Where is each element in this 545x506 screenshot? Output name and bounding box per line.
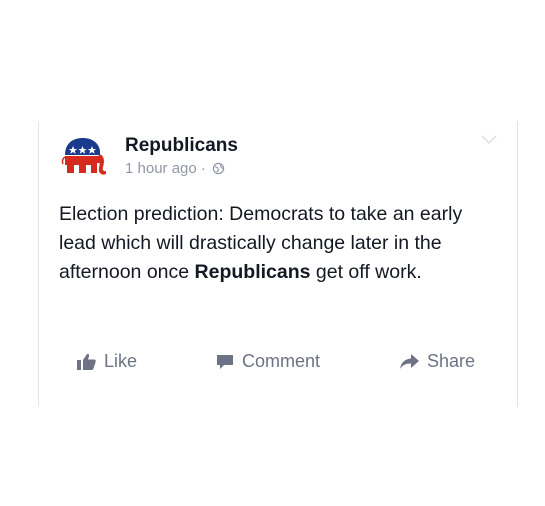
post-text: Election prediction: Democrats to take a… (59, 200, 499, 287)
post-text-part-2: get off work. (310, 261, 422, 283)
post-meta: 1 hour ago · (125, 160, 225, 177)
meta-separator: · (200, 160, 206, 177)
post-timestamp[interactable]: 1 hour ago (125, 160, 197, 177)
page-name[interactable]: Republicans (125, 135, 238, 157)
like-label: Like (104, 351, 138, 371)
action-bar: Like Comment Share (39, 343, 517, 383)
post-card: Republicans 1 hour ago · Election predic… (38, 121, 518, 407)
comment-button[interactable]: Comment (216, 351, 320, 372)
avatar[interactable] (61, 135, 107, 177)
thumbs-up-icon (77, 353, 96, 370)
share-arrow-icon (400, 354, 419, 369)
comment-icon (217, 354, 233, 369)
post-text-bold: Republicans (194, 261, 311, 283)
globe-icon (212, 162, 224, 175)
like-button[interactable]: Like (77, 351, 137, 372)
comment-label: Comment (242, 351, 321, 371)
chevron-down-icon[interactable] (481, 135, 497, 145)
share-button[interactable]: Share (400, 351, 475, 372)
share-label: Share (427, 351, 476, 371)
